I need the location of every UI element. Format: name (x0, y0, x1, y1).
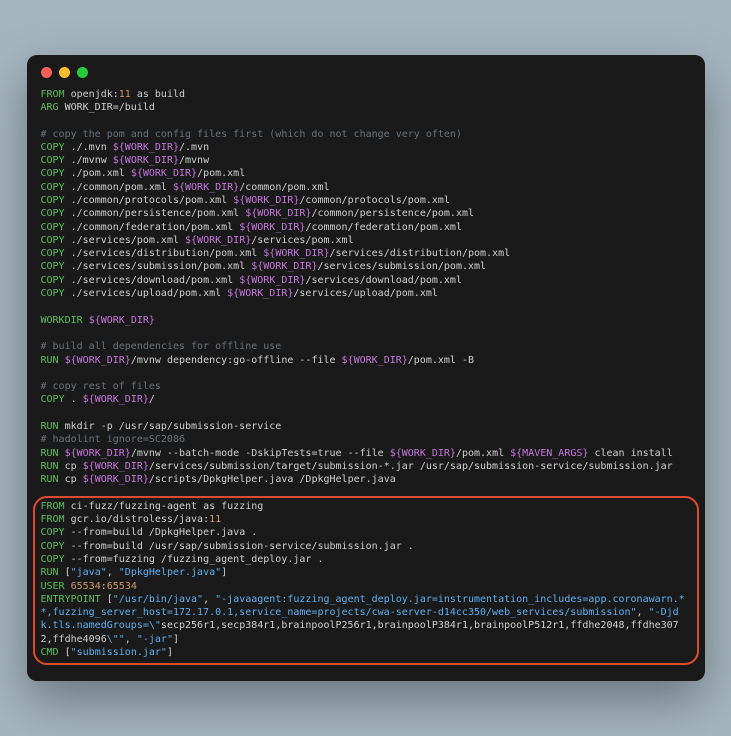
code-line: FROM openjdk:11 as build (41, 88, 691, 101)
code-line: COPY ./common/persistence/pom.xml ${WORK… (41, 207, 691, 220)
minimize-icon[interactable] (59, 67, 70, 78)
code-line (41, 300, 691, 313)
code-line: COPY ./services/upload/pom.xml ${WORK_DI… (41, 287, 691, 300)
code-line: ARG WORK_DIR=/build (41, 101, 691, 114)
code-line: COPY . ${WORK_DIR}/ (41, 393, 691, 406)
code-line (41, 487, 691, 500)
code-line: USER 65534:65534 (41, 580, 691, 593)
code-line (41, 407, 691, 420)
code-line: COPY ./common/federation/pom.xml ${WORK_… (41, 221, 691, 234)
code-line: COPY --from=build /usr/sap/submission-se… (41, 540, 691, 553)
code-line: COPY ./.mvn ${WORK_DIR}/.mvn (41, 141, 691, 154)
code-line: # copy rest of files (41, 380, 691, 393)
code-line: COPY ./common/protocols/pom.xml ${WORK_D… (41, 194, 691, 207)
code-line: COPY ./services/distribution/pom.xml ${W… (41, 247, 691, 260)
maximize-icon[interactable] (77, 67, 88, 78)
code-line: # build all dependencies for offline use (41, 340, 691, 353)
terminal-window: FROM openjdk:11 as buildARG WORK_DIR=/bu… (27, 55, 705, 682)
code-line: COPY ./pom.xml ${WORK_DIR}/pom.xml (41, 167, 691, 180)
code-line: RUN cp ${WORK_DIR}/scripts/DpkgHelper.ja… (41, 473, 691, 486)
code-line: COPY ./services/download/pom.xml ${WORK_… (41, 274, 691, 287)
code-line: RUN ${WORK_DIR}/mvnw dependency:go-offli… (41, 354, 691, 367)
code-line: FROM ci-fuzz/fuzzing-agent as fuzzing (41, 500, 691, 513)
code-line: COPY --from=fuzzing /fuzzing_agent_deplo… (41, 553, 691, 566)
code-line: COPY ./services/pom.xml ${WORK_DIR}/serv… (41, 234, 691, 247)
code-block: FROM openjdk:11 as buildARG WORK_DIR=/bu… (27, 84, 705, 668)
code-line: # hadolint ignore=SC2086 (41, 433, 691, 446)
titlebar (27, 55, 705, 84)
code-line: RUN ${WORK_DIR}/mvnw --batch-mode -Dskip… (41, 447, 691, 460)
code-line (41, 367, 691, 380)
code-line: FROM gcr.io/distroless/java:11 (41, 513, 691, 526)
code-line: RUN cp ${WORK_DIR}/services/submission/t… (41, 460, 691, 473)
code-line: COPY ./common/pom.xml ${WORK_DIR}/common… (41, 181, 691, 194)
close-icon[interactable] (41, 67, 52, 78)
code-line (41, 114, 691, 127)
code-line: COPY ./mvnw ${WORK_DIR}/mvnw (41, 154, 691, 167)
code-line: RUN ["java", "DpkgHelper.java"] (41, 566, 691, 579)
code-line: COPY --from=build /DpkgHelper.java . (41, 526, 691, 539)
code-line: ENTRYPOINT ["/usr/bin/java", "-javaagent… (41, 593, 691, 646)
code-line: COPY ./services/submission/pom.xml ${WOR… (41, 260, 691, 273)
code-line: CMD ["submission.jar"] (41, 646, 691, 659)
code-line: WORKDIR ${WORK_DIR} (41, 314, 691, 327)
code-line: RUN mkdir -p /usr/sap/submission-service (41, 420, 691, 433)
code-line: # copy the pom and config files first (w… (41, 128, 691, 141)
code-line (41, 327, 691, 340)
